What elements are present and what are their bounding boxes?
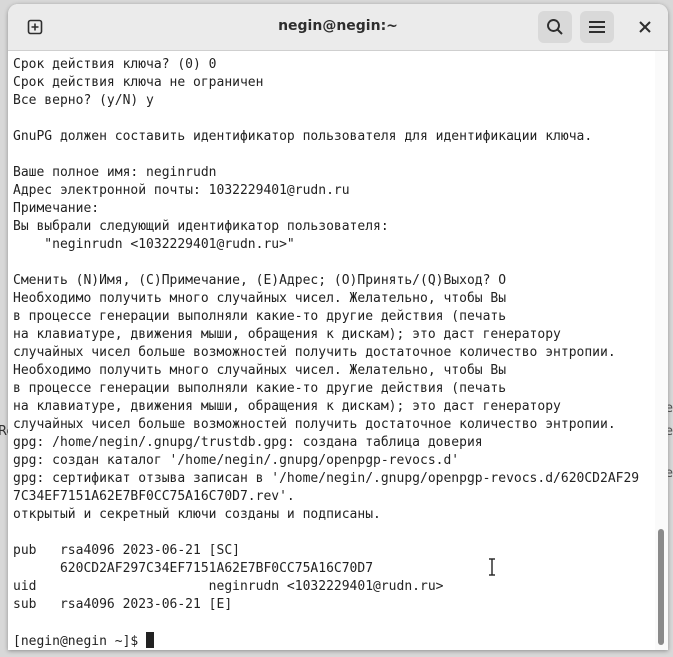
terminal-line: случайных чисел больше возможностей полу… — [13, 417, 616, 432]
terminal-line: pub rsa4096 2023-06-21 [SC] — [13, 543, 240, 558]
shell-prompt[interactable]: [negin@negin ~]$ — [13, 632, 155, 650]
terminal-line: gpg: /home/negin/.gnupg/trustdb.gpg: соз… — [13, 435, 483, 450]
search-button[interactable] — [538, 11, 572, 43]
terminal-line: на клавиатуре, движения мыши, обращения … — [13, 327, 561, 342]
terminal-line: Необходимо получить много случайных чисе… — [13, 363, 507, 378]
terminal-line: gpg: создан каталог '/home/negin/.gnupg/… — [13, 453, 460, 468]
scrollbar-thumb[interactable] — [658, 529, 664, 645]
terminal-line: в процессе генерации выполняли какие-то … — [13, 381, 507, 396]
terminal-line: Все верно? (y/N) y — [13, 93, 154, 108]
terminal-line: GnuPG должен составить идентификатор пол… — [13, 129, 593, 144]
terminal-line: Срок действия ключа? (0) 0 — [13, 57, 217, 72]
terminal-line: "neginrudn <1032229401@rudn.ru>" — [13, 237, 295, 252]
hamburger-menu-icon — [589, 21, 605, 33]
terminal-line: 620CD2AF297C34EF7151A62E7BF0CC75A16C70D7 — [13, 561, 374, 576]
terminal-window: negin@negin:~ Срок действия ключа? (0) 0… — [8, 4, 668, 650]
terminal-line: gpg: сертификат отзыва записан в '/home/… — [13, 471, 640, 486]
terminal-line: Сменить (N)Имя, (C)Примечание, (E)Адрес;… — [13, 273, 507, 288]
terminal-line: открытый и секретный ключи созданы и под… — [13, 507, 381, 522]
text-cursor-icon — [488, 558, 496, 580]
terminal-line: на клавиатуре, движения мыши, обращения … — [13, 399, 561, 414]
terminal-cursor — [146, 632, 155, 648]
prompt-text: [negin@negin ~]$ — [13, 634, 147, 649]
menu-button[interactable] — [580, 11, 614, 43]
terminal-line: 7C34EF7151A62E7BF0CC75A16C70D7.rev'. — [13, 489, 295, 504]
terminal-line: Адрес электронной почты: 1032229401@rudn… — [13, 183, 350, 198]
title-bar[interactable]: negin@negin:~ — [8, 4, 668, 51]
close-icon — [639, 21, 651, 33]
terminal-line: uid neginrudn <1032229401@rudn.ru> — [13, 579, 444, 594]
terminal-line: Срок действия ключа не ограничен — [13, 75, 264, 90]
terminal-line: Примечание: — [13, 201, 100, 216]
terminal-line: в процессе генерации выполняли какие-то … — [13, 309, 507, 324]
terminal-line: Необходимо получить много случайных чисе… — [13, 291, 507, 306]
terminal-output[interactable]: Срок действия ключа? (0) 0 Срок действия … — [8, 51, 655, 650]
terminal-line: sub rsa4096 2023-06-21 [E] — [13, 597, 233, 612]
terminal-line: случайных чисел больше возможностей полу… — [13, 345, 616, 360]
terminal-scrollbar[interactable] — [655, 51, 668, 650]
search-icon — [547, 19, 563, 35]
terminal-line: Ваше полное имя: neginrudn — [13, 165, 217, 180]
terminal-line: Вы выбрали следующий идентификатор польз… — [13, 219, 389, 234]
close-button[interactable] — [628, 11, 662, 43]
